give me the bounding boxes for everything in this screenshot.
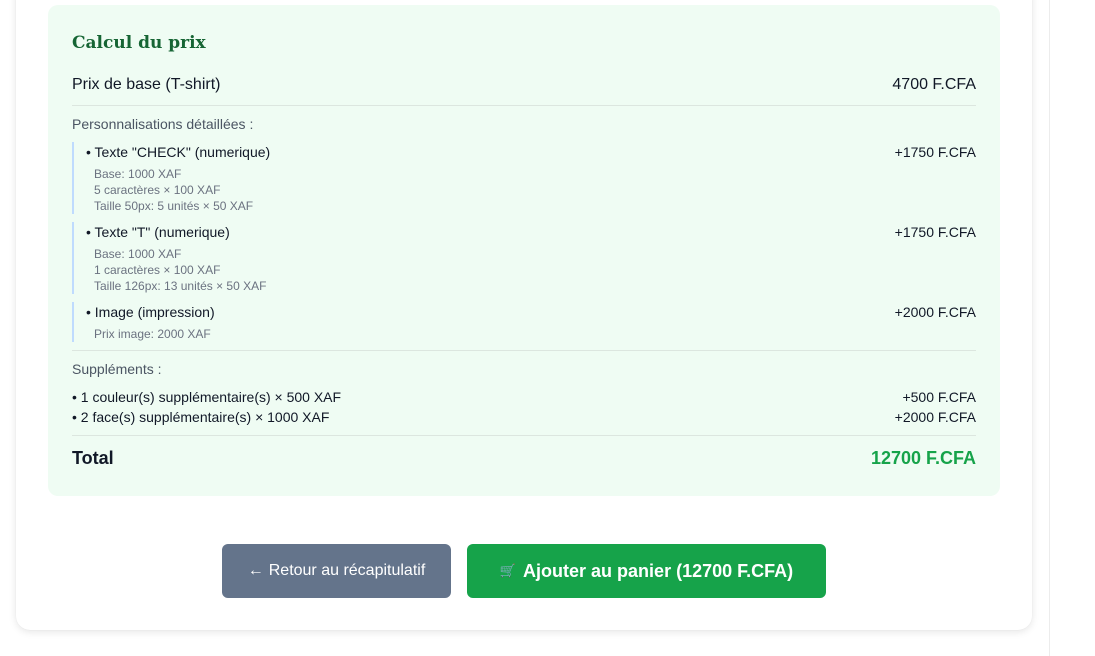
divider [72,435,976,436]
base-price-label: Prix de base (T-shirt) [72,76,221,93]
supplements-heading: Suppléments : [72,361,162,377]
add-to-cart-label: Ajouter au panier (12700 F.CFA) [523,560,794,581]
customization-accent-bar [72,142,74,214]
shopping-cart-icon: 🛒 [499,563,517,578]
divider [72,350,976,351]
customization-detail: 5 caractères × 100 XAF [94,183,221,197]
customization-price: +1750 F.CFA [894,224,976,240]
supplement-label: • 1 couleur(s) supplémentaire(s) × 500 X… [72,389,342,405]
add-to-cart-button[interactable]: 🛒 Ajouter au panier (12700 F.CFA) [467,544,826,598]
supplement-price: +500 F.CFA [902,389,976,405]
total-label: Total [72,448,114,468]
customization-title: • Texte "T" (numerique) [86,224,230,240]
total-value: 12700 F.CFA [870,448,976,468]
customization-detail: Base: 1000 XAF [94,167,182,181]
back-button-label: Retour au récapitulatif [268,562,426,579]
customization-detail: Taille 126px: 13 unités × 50 XAF [94,279,267,293]
page-divider [1049,0,1050,656]
customization-title: • Image (impression) [86,304,215,320]
customization-detail: Prix image: 2000 XAF [94,327,211,341]
customization-accent-bar [72,222,74,294]
arrow-left-icon: ← [247,562,264,579]
base-price-value: 4700 F.CFA [892,76,976,93]
customization-accent-bar [72,302,74,342]
customization-detail: Base: 1000 XAF [94,247,182,261]
customizations-heading: Personnalisations détaillées : [72,116,254,132]
customization-detail: 1 caractères × 100 XAF [94,263,221,277]
price-calc-title: Calcul du prix [72,33,206,53]
supplement-price: +2000 F.CFA [894,409,976,425]
divider [72,105,976,106]
customization-title: • Texte "CHECK" (numerique) [86,144,271,160]
customization-price: +1750 F.CFA [894,144,976,160]
customization-detail: Taille 50px: 5 unités × 50 XAF [94,199,254,213]
customization-price: +2000 F.CFA [894,304,976,320]
supplement-label: • 2 face(s) supplémentaire(s) × 1000 XAF [72,409,330,425]
back-to-summary-button[interactable]: ← Retour au récapitulatif [222,544,451,598]
